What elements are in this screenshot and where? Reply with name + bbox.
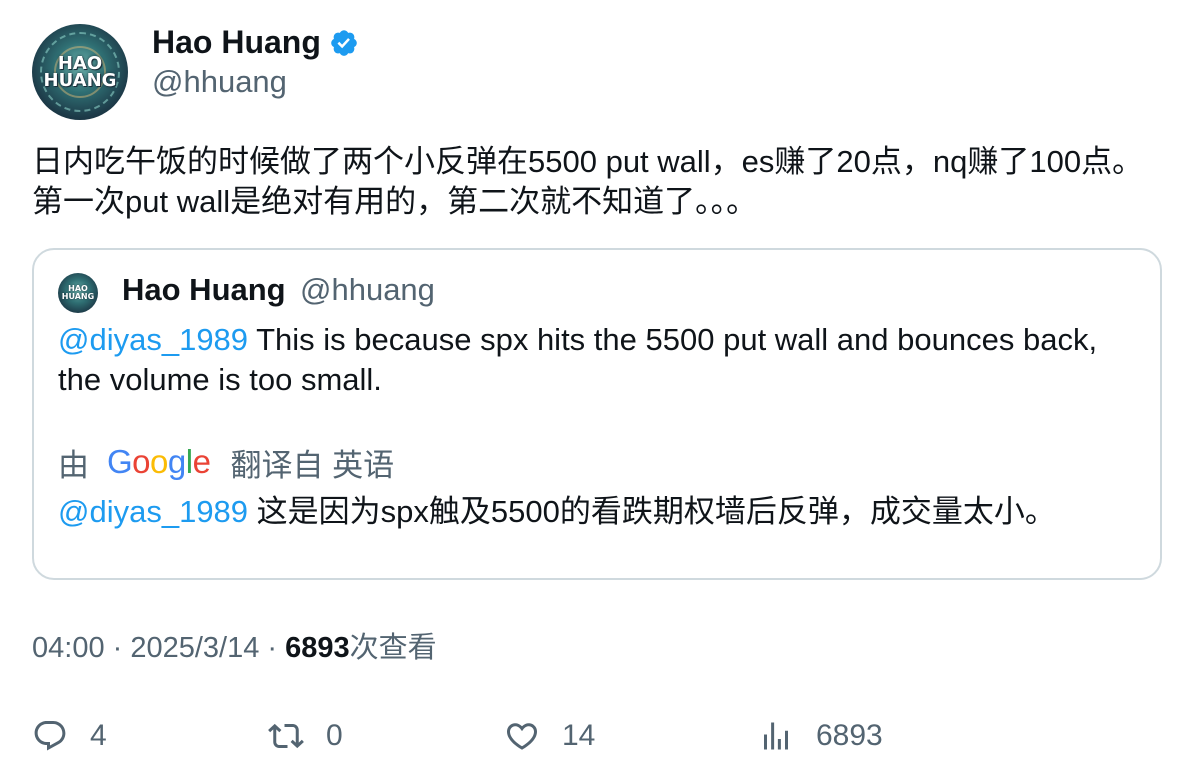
reply-count: 4 — [90, 719, 107, 752]
quoted-author-avatar[interactable]: HAO HUANG — [58, 273, 98, 313]
views-action-count: 6893 — [816, 719, 883, 752]
retweet-count: 0 — [326, 719, 343, 752]
translation-prefix: 由 — [58, 447, 89, 483]
heart-icon — [506, 723, 538, 750]
tweet-time[interactable]: 04:00 — [32, 632, 105, 664]
action-bar: 4 0 14 6893 — [32, 714, 1172, 758]
avatar-logo-text: HAO HUANG — [61, 284, 95, 301]
quoted-tweet-text: @diyas_1989 This is because spx hits the… — [58, 320, 1148, 400]
avatar-logo-text: HAO HUANG — [43, 53, 117, 91]
tweet-text: 日内吃午饭的时候做了两个小反弹在5500 put wall，es赚了20点，nq… — [32, 144, 1144, 219]
quoted-author-handle: @hhuang — [300, 272, 435, 307]
views-count: 6893 — [285, 632, 350, 664]
views-label: 次查看 — [349, 632, 437, 664]
quoted-author-name: Hao Huang — [122, 272, 286, 307]
mention-link[interactable]: @diyas_1989 — [58, 322, 248, 357]
translated-body: 这是因为spx触及5500的看跌期权墙后反弹，成交量太小。 — [248, 494, 1056, 529]
retweet-button[interactable]: 0 — [268, 714, 343, 758]
author-handle[interactable]: @hhuang — [152, 64, 287, 100]
quoted-tweet[interactable]: HAO HUANG Hao Huang @hhuang @diyas_1989 T… — [32, 248, 1162, 580]
tweet-date[interactable]: 2025/3/14 — [130, 632, 259, 664]
like-button[interactable]: 14 — [504, 714, 595, 758]
analytics-icon — [764, 722, 788, 750]
reply-button[interactable]: 4 — [32, 714, 107, 758]
reply-icon — [34, 721, 66, 751]
mention-link[interactable]: @diyas_1989 — [58, 494, 248, 529]
author-name[interactable]: Hao Huang — [152, 24, 321, 60]
retweet-icon — [268, 723, 304, 749]
translation-attribution: 由 Google 翻译自 英语 — [58, 440, 394, 484]
like-count: 14 — [562, 719, 596, 752]
translated-text: @diyas_1989 这是因为spx触及5500的看跌期权墙后反弹，成交量太小… — [58, 492, 1148, 532]
author-avatar[interactable]: HAO HUANG — [32, 24, 128, 120]
verified-badge-icon — [331, 30, 357, 56]
views-button[interactable]: 6893 — [758, 714, 883, 758]
translation-suffix: 翻译自 英语 — [230, 447, 395, 483]
tweet-meta: 04:00 · 2025/3/14 · 6893次查看 — [32, 632, 437, 664]
google-logo-icon: Google — [107, 443, 211, 480]
